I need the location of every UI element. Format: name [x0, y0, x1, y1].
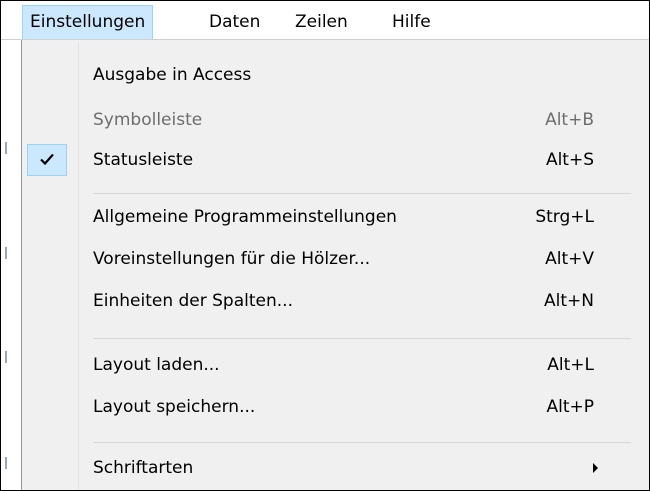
check-icon: [40, 153, 54, 165]
menu-bar: Einstellungen Daten Zeilen Hilfe: [1, 1, 649, 40]
menu-item-label: Voreinstellungen für die Hölzer...: [93, 249, 371, 269]
menu-zeilen[interactable]: Zeilen: [288, 5, 355, 39]
menu-einstellungen[interactable]: Einstellungen: [22, 5, 154, 39]
menu-item-label: Layout laden...: [93, 355, 220, 375]
menu-item-label: Allgemeine Programmeinstellungen: [93, 207, 397, 227]
menu-item-shortcut: Alt+S: [545, 150, 594, 170]
menu-item-statusleiste[interactable]: Statusleiste Alt+S: [21, 142, 631, 178]
menu-daten[interactable]: Daten: [202, 5, 267, 39]
menu-item-label: Ausgabe in Access: [93, 65, 252, 85]
menu-separator: [93, 193, 631, 194]
menu-item-shortcut: Alt+N: [544, 291, 594, 311]
menu-item-allgemeine-programmeinstellungen[interactable]: Allgemeine Programmeinstellungen Strg+L: [21, 199, 631, 235]
menu-item-label: Einheiten der Spalten...: [93, 291, 293, 311]
app-window: Einstellungen Daten Zeilen Hilfe Ausgabe…: [0, 0, 650, 491]
menu-item-label: Layout speichern...: [93, 397, 256, 417]
checked-indicator: [27, 144, 67, 176]
edge-tick: [5, 457, 7, 469]
menu-item-label: Schriftarten: [93, 458, 194, 478]
menu-item-shortcut: Alt+V: [545, 249, 594, 269]
menu-item-schriftarten[interactable]: Schriftarten: [21, 450, 631, 486]
menu-item-symbolleiste: Symbolleiste Alt+B: [21, 102, 631, 138]
edge-tick: [5, 247, 7, 259]
menu-hilfe[interactable]: Hilfe: [385, 5, 438, 39]
edge-tick: [5, 142, 7, 154]
background-window-edge: [1, 40, 21, 490]
menu-item-voreinstellungen-hoelzer[interactable]: Voreinstellungen für die Hölzer... Alt+V: [21, 241, 631, 277]
menu-separator: [93, 442, 631, 443]
menu-item-einheiten-der-spalten[interactable]: Einheiten der Spalten... Alt+N: [21, 283, 631, 319]
menu-item-layout-laden[interactable]: Layout laden... Alt+L: [21, 347, 631, 383]
menu-item-shortcut: Alt+L: [547, 355, 594, 375]
menu-item-shortcut: Strg+L: [535, 207, 594, 227]
chevron-right-icon: [593, 463, 598, 473]
menu-item-shortcut: Alt+P: [546, 397, 594, 417]
menu-item-shortcut: Alt+B: [545, 110, 594, 130]
menu-item-label: Statusleiste: [93, 150, 194, 170]
edge-tick: [5, 351, 7, 363]
menu-item-layout-speichern[interactable]: Layout speichern... Alt+P: [21, 389, 631, 425]
menu-separator: [93, 338, 631, 339]
menu-item-label: Symbolleiste: [93, 110, 203, 130]
menu-item-ausgabe-in-access[interactable]: Ausgabe in Access: [21, 57, 631, 93]
